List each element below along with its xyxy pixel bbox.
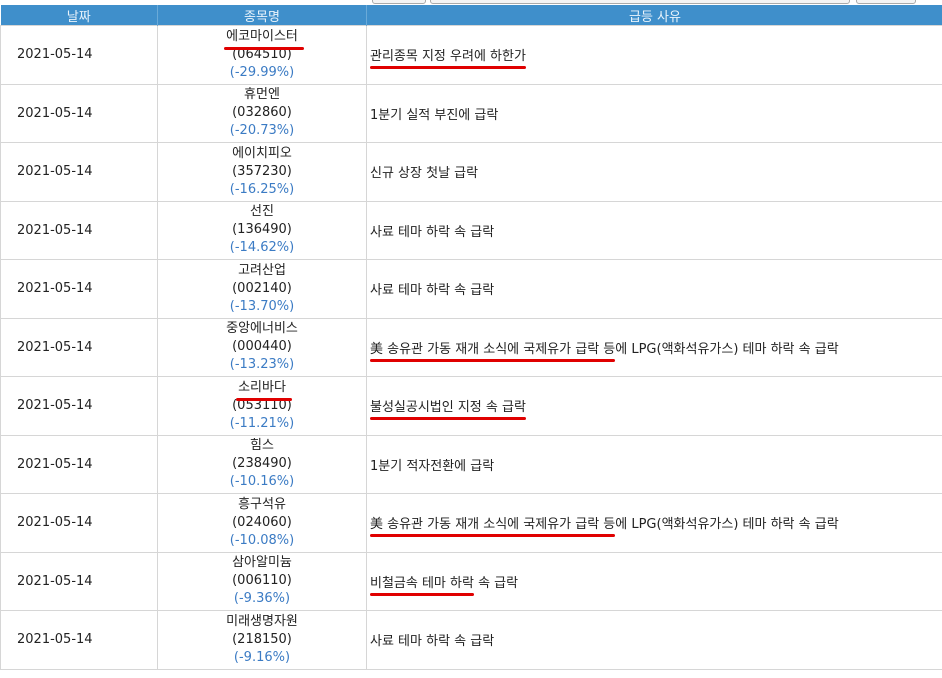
reason-highlight: 관리종목 지정 우려에 하한가 <box>370 45 526 70</box>
table-header: 날짜 종목명 급등 사유 <box>0 5 942 26</box>
table-row: 2021-05-14 중앙에너비스 (000440) (-13.23%) 美 송유관 가… <box>0 317 942 377</box>
search-button[interactable] <box>856 0 916 4</box>
table-row: 2021-05-14 고려산업 (002140) (-13.70%) 사료 테마 하락 … <box>0 259 942 319</box>
stock-code: (006110) <box>232 573 292 589</box>
reason-highlight: 불성실공시법인 지정 속 급락 <box>370 396 526 421</box>
table-row: 2021-05-14 힘스 (238490) (-10.16%) 1분기 적자전환에 급… <box>0 434 942 494</box>
stock-change-pct: (-10.08%) <box>229 532 295 548</box>
reason-text: 사료 테마 하락 속 급락 <box>370 283 495 299</box>
date-cell: 2021-05-14 <box>0 610 158 670</box>
reason-text-tail: 에 LPG(액화석유가스) 테마 하락 속 급락 <box>615 341 839 357</box>
table-row: 2021-05-14 휴먼엔 (032860) (-20.73%) 1분기 실적 부진에… <box>0 83 942 143</box>
stock-code: (218150) <box>232 631 292 647</box>
stock-cell: 소리바다 (053110) (-11.21%) <box>157 376 367 436</box>
stock-code: (024060) <box>232 514 292 530</box>
reason-text: 1분기 실적 부진에 급락 <box>370 107 499 123</box>
date-cell: 2021-05-14 <box>0 551 158 611</box>
stock-code: (136490) <box>232 222 292 238</box>
stock-cell: 힘스 (238490) (-10.16%) <box>157 434 367 494</box>
reason-highlight: 비철금속 테마 하락 <box>370 572 474 596</box>
stock-cell: 흥구석유 (024060) (-10.08%) <box>157 493 367 553</box>
stock-name-link[interactable]: 미래생명자원 <box>226 614 298 629</box>
stock-code: (357230) <box>232 163 292 179</box>
stock-name-link[interactable]: 힘스 <box>250 438 274 453</box>
reason-cell: 관리종목 지정 우려에 하한가 <box>366 25 942 85</box>
stock-change-pct: (-13.23%) <box>229 357 295 373</box>
date-cell: 2021-05-14 <box>0 376 158 436</box>
date-cell: 2021-05-14 <box>0 200 158 260</box>
stock-change-pct: (-14.62%) <box>229 240 295 256</box>
stock-change-pct: (-16.25%) <box>229 181 295 197</box>
reason-cell: 美 송유관 가동 재개 소식에 국제유가 급락 등에 LPG(액화석유가스) 테… <box>366 493 942 553</box>
reason-text: 사료 테마 하락 속 급락 <box>370 634 495 650</box>
reason-cell: 1분기 적자전환에 급락 <box>366 434 942 494</box>
reason-cell: 비철금속 테마 하락 속 급락 <box>366 551 942 611</box>
date-cell: 2021-05-14 <box>0 317 158 377</box>
table-body: 2021-05-14 에코마이스터 (064510) (-29.99%) 관리종목 지정… <box>0 25 942 670</box>
reason-text-tail: 에 LPG(액화석유가스) 테마 하락 속 급락 <box>615 517 839 533</box>
reason-cell: 사료 테마 하락 속 급락 <box>366 259 942 319</box>
date-cell: 2021-05-14 <box>0 25 158 85</box>
table-row: 2021-05-14 에코마이스터 (064510) (-29.99%) 관리종목 지정… <box>0 25 942 85</box>
reason-cell: 사료 테마 하락 속 급락 <box>366 200 942 260</box>
reason-cell: 사료 테마 하락 속 급락 <box>366 610 942 670</box>
reason-cell: 1분기 실적 부진에 급락 <box>366 83 942 143</box>
stock-change-pct: (-20.73%) <box>229 123 295 139</box>
stock-name-link[interactable]: 에코마이스터 <box>224 28 304 50</box>
stock-name-link[interactable]: 고려산업 <box>238 263 286 278</box>
reason-cell: 美 송유관 가동 재개 소식에 국제유가 급락 등에 LPG(액화석유가스) 테… <box>366 317 942 377</box>
reason-cell: 신규 상장 첫날 급락 <box>366 142 942 202</box>
top-controls <box>0 0 942 4</box>
stock-cell: 선진 (136490) (-14.62%) <box>157 200 367 260</box>
date-cell: 2021-05-14 <box>0 142 158 202</box>
reason-text: 신규 상장 첫날 급락 <box>370 166 479 182</box>
table-row: 2021-05-14 흥구석유 (024060) (-10.08%) 美 송유관 가동 … <box>0 493 942 553</box>
stock-cell: 에이치피오 (357230) (-16.25%) <box>157 142 367 202</box>
stock-surge-table: 날짜 종목명 급등 사유 2021-05-14 에코마이스터 (064510) (-2… <box>0 5 942 670</box>
table-row: 2021-05-14 미래생명자원 (218150) (-9.16%) 사료 테마 하락… <box>0 610 942 670</box>
table-row: 2021-05-14 에이치피오 (357230) (-16.25%) 신규 상장 첫날… <box>0 142 942 202</box>
header-stock: 종목명 <box>157 5 367 26</box>
stock-name-link[interactable]: 삼아알미늄 <box>232 555 292 570</box>
date-cell: 2021-05-14 <box>0 493 158 553</box>
stock-name-link[interactable]: 휴먼엔 <box>244 87 280 102</box>
table-row: 2021-05-14 삼아알미늄 (006110) (-9.36%) 비철금속 테마 하… <box>0 551 942 611</box>
stock-cell: 고려산업 (002140) (-13.70%) <box>157 259 367 319</box>
stock-cell: 에코마이스터 (064510) (-29.99%) <box>157 25 367 85</box>
search-input[interactable] <box>430 0 850 4</box>
stock-code: (002140) <box>232 280 292 296</box>
date-cell: 2021-05-14 <box>0 83 158 143</box>
stock-change-pct: (-29.99%) <box>229 64 295 80</box>
reason-text: 사료 테마 하락 속 급락 <box>370 224 495 240</box>
stock-change-pct: (-10.16%) <box>229 474 295 490</box>
header-date: 날짜 <box>0 5 158 26</box>
stock-name-link[interactable]: 흥구석유 <box>238 497 286 512</box>
stock-name-link[interactable]: 소리바다 <box>236 379 292 401</box>
stock-change-pct: (-9.36%) <box>233 591 291 607</box>
stock-change-pct: (-13.70%) <box>229 298 295 314</box>
date-cell: 2021-05-14 <box>0 434 158 494</box>
stock-code: (238490) <box>232 456 292 472</box>
stock-cell: 중앙에너비스 (000440) (-13.23%) <box>157 317 367 377</box>
table-row: 2021-05-14 소리바다 (053110) (-11.21%) 불성실공시법인 지… <box>0 376 942 436</box>
stock-code: (000440) <box>232 339 292 355</box>
reason-text-tail: 속 급락 <box>473 575 519 591</box>
table-row: 2021-05-14 선진 (136490) (-14.62%) 사료 테마 하락 속 … <box>0 200 942 260</box>
stock-code: (032860) <box>232 105 292 121</box>
stock-name-link[interactable]: 선진 <box>250 204 274 219</box>
stock-change-pct: (-11.21%) <box>229 415 295 431</box>
date-cell: 2021-05-14 <box>0 259 158 319</box>
stock-change-pct: (-9.16%) <box>233 649 291 665</box>
reason-text: 1분기 적자전환에 급락 <box>370 458 495 474</box>
reason-highlight: 美 송유관 가동 재개 소식에 국제유가 급락 등 <box>370 513 616 538</box>
stock-name-link[interactable]: 중앙에너비스 <box>226 321 298 336</box>
search-select[interactable] <box>372 0 426 4</box>
header-reason: 급등 사유 <box>366 5 942 26</box>
stock-name-link[interactable]: 에이치피오 <box>232 146 292 161</box>
reason-highlight: 美 송유관 가동 재개 소식에 국제유가 급락 등 <box>370 338 616 362</box>
stock-cell: 삼아알미늄 (006110) (-9.36%) <box>157 551 367 611</box>
stock-cell: 미래생명자원 (218150) (-9.16%) <box>157 610 367 670</box>
stock-cell: 휴먼엔 (032860) (-20.73%) <box>157 83 367 143</box>
reason-cell: 불성실공시법인 지정 속 급락 <box>366 376 942 436</box>
